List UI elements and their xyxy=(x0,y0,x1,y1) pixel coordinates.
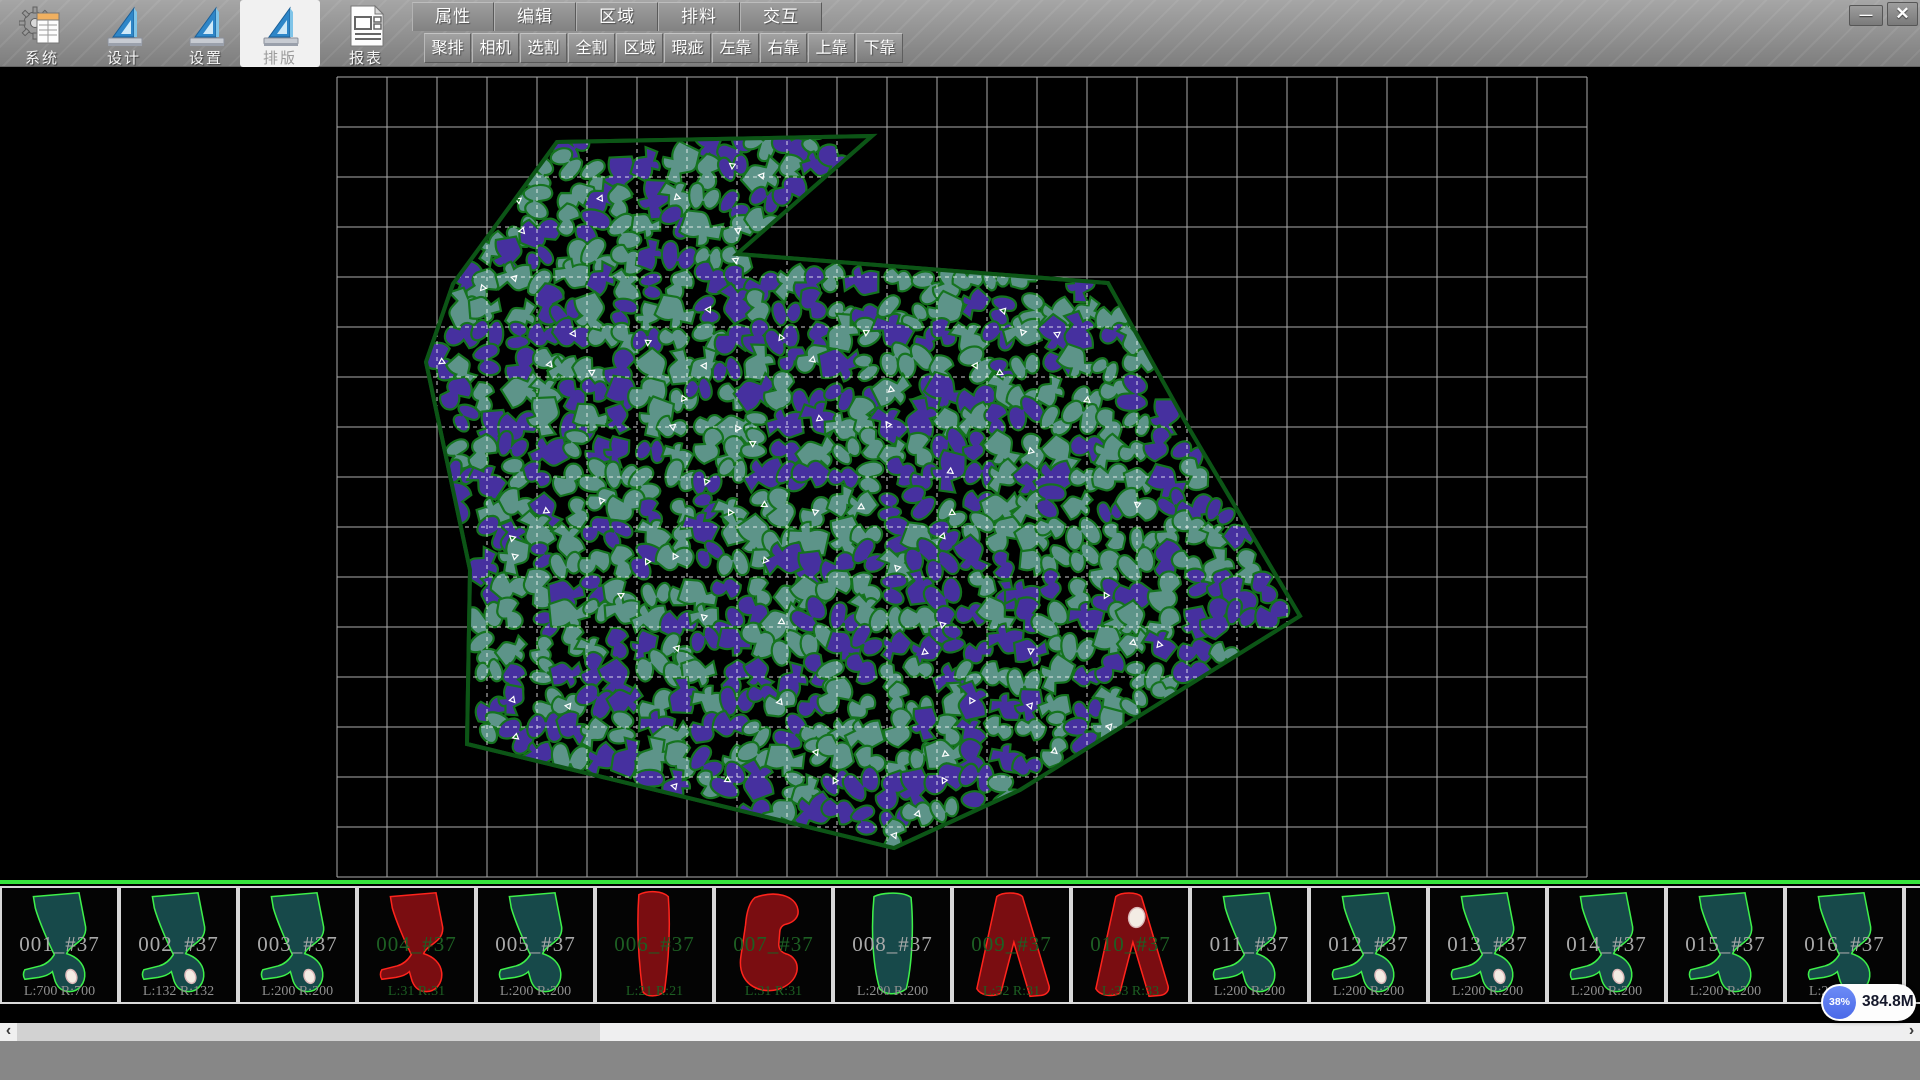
piece-count-label: L:33 R:33 xyxy=(1073,984,1188,1000)
menu-tab-2[interactable]: 编辑 xyxy=(494,2,576,31)
piece-thumbnail[interactable]: 002_#37 L:132 R:132 xyxy=(119,886,238,1004)
status-bar xyxy=(0,1041,1920,1080)
piece-thumbnail[interactable]: 014_#37 L:200 R:200 xyxy=(1547,886,1666,1004)
mode-button-4[interactable]: 排版 xyxy=(240,0,320,67)
mode-button-3[interactable]: 设置 xyxy=(166,0,246,67)
piece-count-label: L:132 R:132 xyxy=(121,984,236,1000)
minimize-button[interactable]: — xyxy=(1849,5,1883,26)
scroll-right-button[interactable]: › xyxy=(1903,1023,1920,1041)
memory-usage-label: 384.8M xyxy=(1862,993,1914,1011)
piece-thumbnail[interactable]: 010_#37 L:33 R:33 xyxy=(1071,886,1190,1004)
horizontal-scrollbar[interactable]: ‹ › xyxy=(0,1023,1920,1041)
mode-button-1[interactable]: 系统 xyxy=(2,0,82,67)
layout-ruler-icon xyxy=(257,3,303,49)
mode-button-label: 设置 xyxy=(166,47,246,68)
progress-badge: 38% xyxy=(1823,986,1856,1019)
piece-id-label: 010_#37 xyxy=(1073,932,1188,957)
piece-id-label: 002_#37 xyxy=(121,932,236,957)
piece-id-label: 006_#37 xyxy=(597,932,712,957)
memory-status-pill: 38% 384.8M xyxy=(1821,984,1916,1021)
tool-button-7[interactable]: 左靠 xyxy=(712,33,759,63)
piece-thumbnail[interactable]: 003_#37 L:200 R:200 xyxy=(238,886,357,1004)
menu-tab-bar: 属性编辑区域排料交互 xyxy=(412,2,822,32)
piece-id-label: 014_#37 xyxy=(1549,932,1664,957)
main-toolbar: 系统 设计 设置 排版 报表 属性编辑区域排料交互 聚排相机选割全割区域瑕疵左靠… xyxy=(0,0,1920,67)
piece-id-label: 008_#37 xyxy=(835,932,950,957)
piece-count-label: L:700 R:700 xyxy=(2,984,117,1000)
tool-button-2[interactable]: 相机 xyxy=(472,33,519,63)
tool-button-3[interactable]: 选割 xyxy=(520,33,567,63)
menu-tab-3[interactable]: 区域 xyxy=(576,2,658,31)
piece-id-label: 015_#37 xyxy=(1668,932,1783,957)
piece-count-label: L:200 R:200 xyxy=(478,984,593,1000)
scrollbar-thumb[interactable] xyxy=(600,1023,1903,1041)
piece-thumbnail-cells: 001_#37 L:700 R:700 002_#37 L:132 R:132 … xyxy=(0,886,1920,1004)
piece-id-label: 013_#37 xyxy=(1430,932,1545,957)
piece-count-label: L:200 R:200 xyxy=(1311,984,1426,1000)
settings-ruler-icon xyxy=(183,3,229,49)
piece-thumbnail[interactable]: 012_#37 L:200 R:200 xyxy=(1309,886,1428,1004)
piece-id-label: 004_#37 xyxy=(359,932,474,957)
design-ruler-icon xyxy=(101,3,147,49)
mode-button-2[interactable]: 设计 xyxy=(84,0,164,67)
mode-button-label: 设计 xyxy=(84,47,164,68)
piece-count-label: L:200 R:200 xyxy=(240,984,355,1000)
piece-count-label: L:32 R:31 xyxy=(954,984,1069,1000)
piece-count-label: L:200 R:200 xyxy=(835,984,950,1000)
piece-id-label: 001_#37 xyxy=(2,932,117,957)
piece-id-label: 003_#37 xyxy=(240,932,355,957)
piece-count-label: L:200 R:200 xyxy=(1430,984,1545,1000)
piece-count-label: L:200 R:200 xyxy=(1668,984,1783,1000)
sheet xyxy=(37,13,59,43)
menu-tab-1[interactable]: 属性 xyxy=(412,2,494,31)
nesting-canvas[interactable] xyxy=(0,67,1920,880)
piece-id-label: 011_#37 xyxy=(1192,932,1307,957)
piece-id-label: 009_#37 xyxy=(954,932,1069,957)
piece-thumbnail[interactable]: 011_#37 L:200 R:200 xyxy=(1190,886,1309,1004)
piece-id-label: 005_#37 xyxy=(478,932,593,957)
report-doc-icon xyxy=(343,3,389,49)
piece-count-label: L:31 R:31 xyxy=(359,984,474,1000)
piece-thumbnail[interactable]: 005_#37 L:200 R:200 xyxy=(476,886,595,1004)
piece-id-label: 017_#37 xyxy=(1906,932,1920,957)
piece-thumbnail[interactable]: 015_#37 L:200 R:200 xyxy=(1666,886,1785,1004)
piece-count-label: L:21 R:21 xyxy=(597,984,712,1000)
tool-button-1[interactable]: 聚排 xyxy=(424,33,471,63)
piece-thumbnail[interactable]: 008_#37 L:200 R:200 xyxy=(833,886,952,1004)
piece-count-label: L:200 R:200 xyxy=(1549,984,1664,1000)
scroll-left-button[interactable]: ‹ xyxy=(0,1023,17,1041)
tool-button-10[interactable]: 下靠 xyxy=(856,33,903,63)
menu-tab-5[interactable]: 交互 xyxy=(740,2,822,31)
piece-thumbnail[interactable]: 004_#37 L:31 R:31 xyxy=(357,886,476,1004)
nesting-canvas-svg xyxy=(0,67,1920,880)
tool-button-bar: 聚排相机选割全割区域瑕疵左靠右靠上靠下靠 xyxy=(424,33,904,64)
tool-button-8[interactable]: 右靠 xyxy=(760,33,807,63)
mode-button-label: 报表 xyxy=(326,47,406,68)
piece-id-label: 007_#37 xyxy=(716,932,831,957)
tool-button-5[interactable]: 区域 xyxy=(616,33,663,63)
mode-button-label: 系统 xyxy=(2,47,82,68)
close-button[interactable]: ✕ xyxy=(1887,2,1918,26)
piece-count-label: L:200 R:200 xyxy=(1192,984,1307,1000)
tool-button-9[interactable]: 上靠 xyxy=(808,33,855,63)
piece-thumbnail[interactable]: 006_#37 L:21 R:21 xyxy=(595,886,714,1004)
strip-top-border xyxy=(0,880,1920,884)
piece-thumbnail-strip: 001_#37 L:700 R:700 002_#37 L:132 R:132 … xyxy=(0,880,1920,1023)
piece-thumbnail[interactable]: 009_#37 L:32 R:31 xyxy=(952,886,1071,1004)
piece-count-label: L:31 R:31 xyxy=(716,984,831,1000)
mode-button-label: 排版 xyxy=(240,47,320,68)
tool-button-6[interactable]: 瑕疵 xyxy=(664,33,711,63)
application-window: 系统 设计 设置 排版 报表 属性编辑区域排料交互 聚排相机选割全割区域瑕疵左靠… xyxy=(0,0,1920,1080)
system-gear-icon xyxy=(19,3,65,49)
piece-thumbnail[interactable]: 001_#37 L:700 R:700 xyxy=(0,886,119,1004)
mode-button-5[interactable]: 报表 xyxy=(326,0,406,67)
menu-tab-4[interactable]: 排料 xyxy=(658,2,740,31)
tool-button-4[interactable]: 全割 xyxy=(568,33,615,63)
piece-thumbnail[interactable]: 007_#37 L:31 R:31 xyxy=(714,886,833,1004)
piece-id-label: 016_#37 xyxy=(1787,932,1902,957)
piece-id-label: 012_#37 xyxy=(1311,932,1426,957)
piece-thumbnail[interactable]: 013_#37 L:200 R:200 xyxy=(1428,886,1547,1004)
